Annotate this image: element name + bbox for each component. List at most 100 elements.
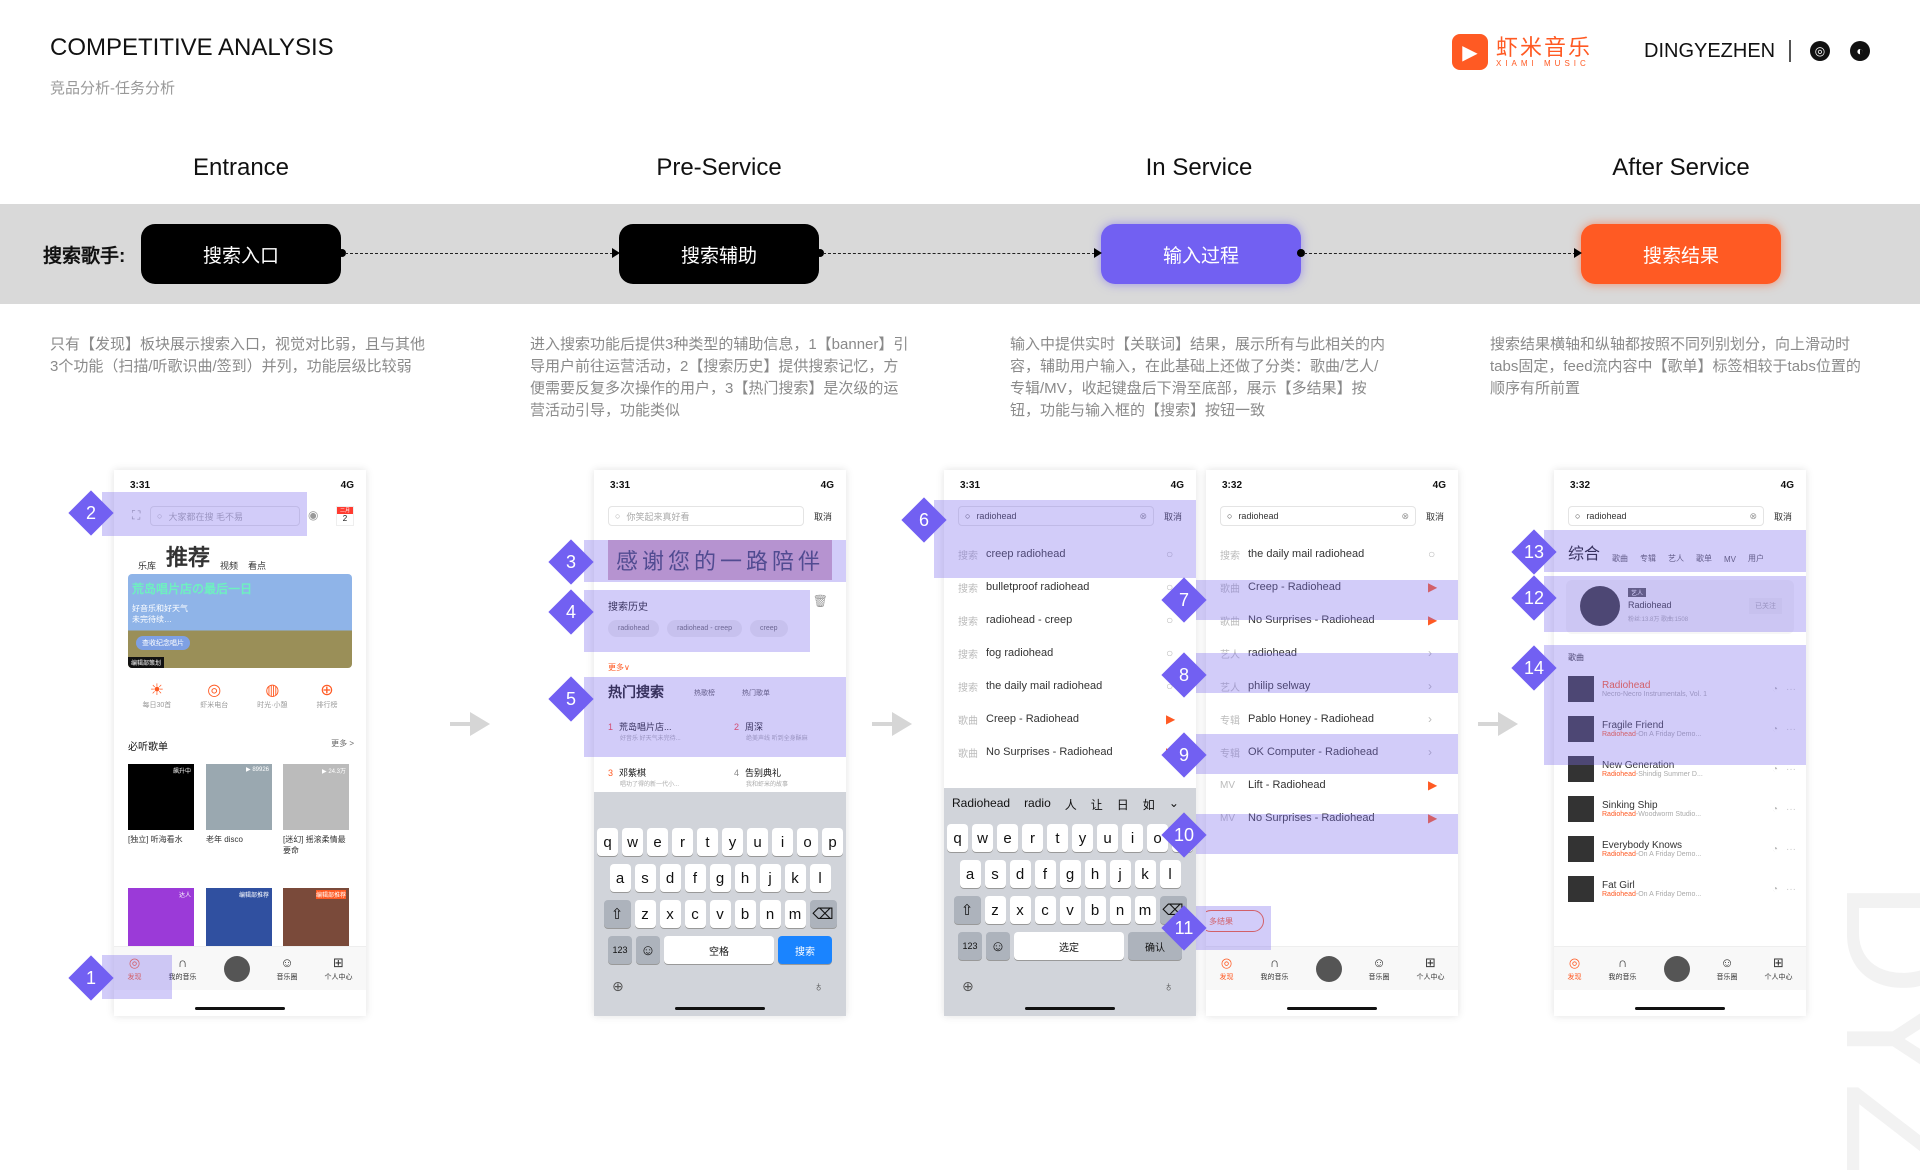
callout-badge: 1 bbox=[68, 955, 114, 1001]
playlist-card[interactable]: 编辑部推荐 bbox=[206, 888, 272, 954]
ime-candidate[interactable]: 人 bbox=[1065, 796, 1077, 813]
play-icon[interactable]: ▶ bbox=[1166, 712, 1196, 726]
section-more-link[interactable]: 更多 > bbox=[331, 738, 354, 749]
tab-profile[interactable]: ⊞ 个人中心 bbox=[1417, 955, 1445, 982]
now-playing-button[interactable] bbox=[1663, 955, 1690, 982]
now-playing-button[interactable] bbox=[223, 955, 250, 982]
description-in-service: 输入中提供实时【关联词】结果，展示所有与此相关的内容，辅助用户输入，在此基础上还… bbox=[1010, 336, 1386, 419]
song-row[interactable]: Fat Girl Radiohead-On A Friday Demo... ◔ ··… bbox=[1568, 866, 1796, 912]
search-input[interactable]: ○ radiohead ⊗ bbox=[1568, 506, 1764, 526]
more-options-icon[interactable]: ··· bbox=[1786, 804, 1796, 815]
tab-profile[interactable]: ⊞ 个人中心 bbox=[325, 955, 353, 982]
tab-music-circle[interactable]: ☺ 音乐圈 bbox=[1369, 955, 1390, 982]
search-icon: ○ bbox=[615, 511, 621, 521]
clear-input-icon[interactable]: ⊗ bbox=[1749, 511, 1757, 522]
grid-icon: ⊞ bbox=[1773, 954, 1784, 970]
search-icon[interactable]: ○ bbox=[1428, 547, 1458, 561]
select-key[interactable]: 选定 bbox=[1014, 932, 1124, 960]
suggestion-row[interactable]: 歌曲No Surprises - Radiohead▶ bbox=[944, 732, 1196, 772]
hot-item[interactable]: 3 邓紫棋 唱功了得的新一代小... bbox=[608, 766, 718, 788]
keyboard: qwertyuiop asdfghjkl ⇧ z x c v b n m ⌫ 123 ☺ 空格 搜索 … bbox=[594, 792, 846, 1016]
search-input[interactable]: ○ radiohead ⊗ bbox=[1220, 506, 1416, 526]
home-indicator bbox=[1025, 1007, 1115, 1010]
mv-play-icon[interactable]: ◔ bbox=[1772, 764, 1778, 775]
dribbble-icon[interactable]: ◎ bbox=[1810, 41, 1830, 61]
ime-candidate-bar: Radiohead radio 人让日如 ⌄ bbox=[952, 796, 1188, 813]
behance-icon[interactable]: ◐ bbox=[1850, 41, 1870, 61]
shortcut-daily[interactable]: ☀ 每日30首 bbox=[142, 680, 171, 710]
ime-candidate[interactable]: 让 bbox=[1091, 796, 1103, 813]
playlist-card[interactable]: ▶ 24.3万 bbox=[283, 764, 349, 830]
microphone-icon[interactable]: ♁ bbox=[1164, 978, 1175, 994]
tab-discover[interactable]: ◎ 发现 bbox=[1568, 955, 1582, 982]
search-input[interactable]: ○ 你笑起来真好看 bbox=[608, 506, 804, 526]
callout-badge: 2 bbox=[68, 490, 114, 536]
checkin-calendar-button[interactable]: 二月 2 bbox=[336, 506, 354, 526]
song-album: -On A Friday Demo... bbox=[1635, 851, 1702, 858]
nav-library[interactable]: 乐库 bbox=[138, 559, 156, 572]
nav-recommend[interactable]: 推荐 bbox=[166, 540, 210, 572]
ime-candidate[interactable]: 日 bbox=[1117, 796, 1129, 813]
playlist-card[interactable]: 飙升中 bbox=[128, 764, 194, 830]
promo-banner[interactable]: 荒岛唱片店の最后一日 好音乐和好天气 未完待续… 查收纪念唱片 编辑部策划 bbox=[128, 574, 352, 668]
song-artist: Radiohead bbox=[1602, 811, 1636, 818]
more-options-icon[interactable]: ··· bbox=[1786, 844, 1796, 855]
trash-icon[interactable]: 🗑 bbox=[813, 594, 828, 608]
globe-icon[interactable]: ⊕ bbox=[612, 978, 624, 995]
page-title: COMPETITIVE ANALYSIS bbox=[50, 34, 334, 61]
chevron-down-icon[interactable]: ⌄ bbox=[1169, 796, 1179, 813]
music-recognition-icon[interactable]: ◉ bbox=[308, 508, 318, 522]
mv-play-icon[interactable]: ◔ bbox=[1772, 804, 1778, 815]
shortcut-radio[interactable]: ◎ 虾米电台 bbox=[200, 680, 228, 710]
hot-item[interactable]: 4 告别典礼 我和虾米的故事 bbox=[734, 766, 844, 788]
chevron-icon[interactable]: › bbox=[1428, 712, 1458, 726]
more-history-link[interactable]: 更多∨ bbox=[608, 662, 630, 673]
more-options-icon[interactable]: ··· bbox=[1786, 884, 1796, 895]
clear-input-icon[interactable]: ⊗ bbox=[1401, 511, 1409, 522]
shift-key-icon[interactable]: ⇧ bbox=[953, 896, 981, 924]
playlist-title: [迷幻] 摇滚柔情最要命 bbox=[283, 835, 346, 855]
ime-candidate[interactable]: Radiohead bbox=[952, 796, 1010, 813]
tab-discover[interactable]: ◎ 发现 bbox=[1220, 954, 1234, 982]
tab-my-music[interactable]: ∩ 我的音乐 bbox=[169, 955, 197, 982]
tab-profile[interactable]: ⊞ 个人中心 bbox=[1765, 954, 1793, 982]
album-cover bbox=[1568, 876, 1594, 902]
cancel-button[interactable]: 取消 bbox=[1426, 510, 1444, 523]
shift-key-icon[interactable]: ⇧ bbox=[603, 900, 631, 928]
emoji-key-icon[interactable]: ☺ bbox=[636, 936, 660, 964]
now-playing-button[interactable] bbox=[1315, 955, 1342, 982]
bottom-tab-bar: ◎ 发现 ∩ 我的音乐 ☺ 音乐圈 ⊞ 个人中心 bbox=[1206, 946, 1458, 990]
highlight-artist-card bbox=[1544, 576, 1806, 632]
disc-icon: ◎ bbox=[1220, 954, 1233, 970]
nav-feed[interactable]: 看点 bbox=[248, 559, 266, 572]
playlist-card[interactable]: ▶ 89926 bbox=[206, 764, 272, 830]
shortcut-charts[interactable]: ⊕ 排行榜 bbox=[316, 680, 337, 710]
mv-play-icon[interactable]: ◔ bbox=[1772, 884, 1778, 895]
nav-video[interactable]: 视频 bbox=[220, 559, 238, 572]
space-key[interactable]: 空格 bbox=[664, 936, 774, 964]
cancel-button[interactable]: 取消 bbox=[814, 510, 832, 523]
playlist-card[interactable]: 编辑部推荐 bbox=[283, 888, 349, 954]
backspace-key-icon[interactable]: ⌫ bbox=[809, 900, 837, 928]
ime-candidate[interactable]: 如 bbox=[1143, 796, 1155, 813]
shortcut-moment[interactable]: ◍ 时光·小憩 bbox=[257, 680, 287, 710]
microphone-icon[interactable]: ♁ bbox=[814, 978, 825, 994]
playlist-card[interactable]: 达人 bbox=[128, 888, 194, 954]
more-options-icon[interactable]: ··· bbox=[1786, 764, 1796, 775]
tab-my-music[interactable]: ∩ 我的音乐 bbox=[1609, 955, 1637, 982]
play-icon[interactable]: ▶ bbox=[1428, 778, 1458, 792]
numbers-key[interactable]: 123 bbox=[608, 936, 632, 964]
tab-music-circle[interactable]: ☺ 音乐圈 bbox=[1717, 955, 1738, 982]
tab-music-circle[interactable]: ☺ 音乐圈 bbox=[277, 955, 298, 982]
flow-arrow-icon bbox=[872, 712, 912, 736]
row-category: 专辑 bbox=[1220, 715, 1240, 727]
song-title: Fat Girl bbox=[1602, 880, 1635, 891]
emoji-key-icon[interactable]: ☺ bbox=[986, 932, 1010, 960]
search-key[interactable]: 搜索 bbox=[778, 936, 832, 964]
globe-icon[interactable]: ⊕ bbox=[962, 978, 974, 995]
tab-my-music[interactable]: ∩ 我的音乐 bbox=[1261, 955, 1289, 982]
mv-play-icon[interactable]: ◔ bbox=[1772, 844, 1778, 855]
numbers-key[interactable]: 123 bbox=[958, 932, 982, 960]
cancel-button[interactable]: 取消 bbox=[1774, 510, 1792, 523]
ime-candidate[interactable]: radio bbox=[1024, 796, 1051, 813]
